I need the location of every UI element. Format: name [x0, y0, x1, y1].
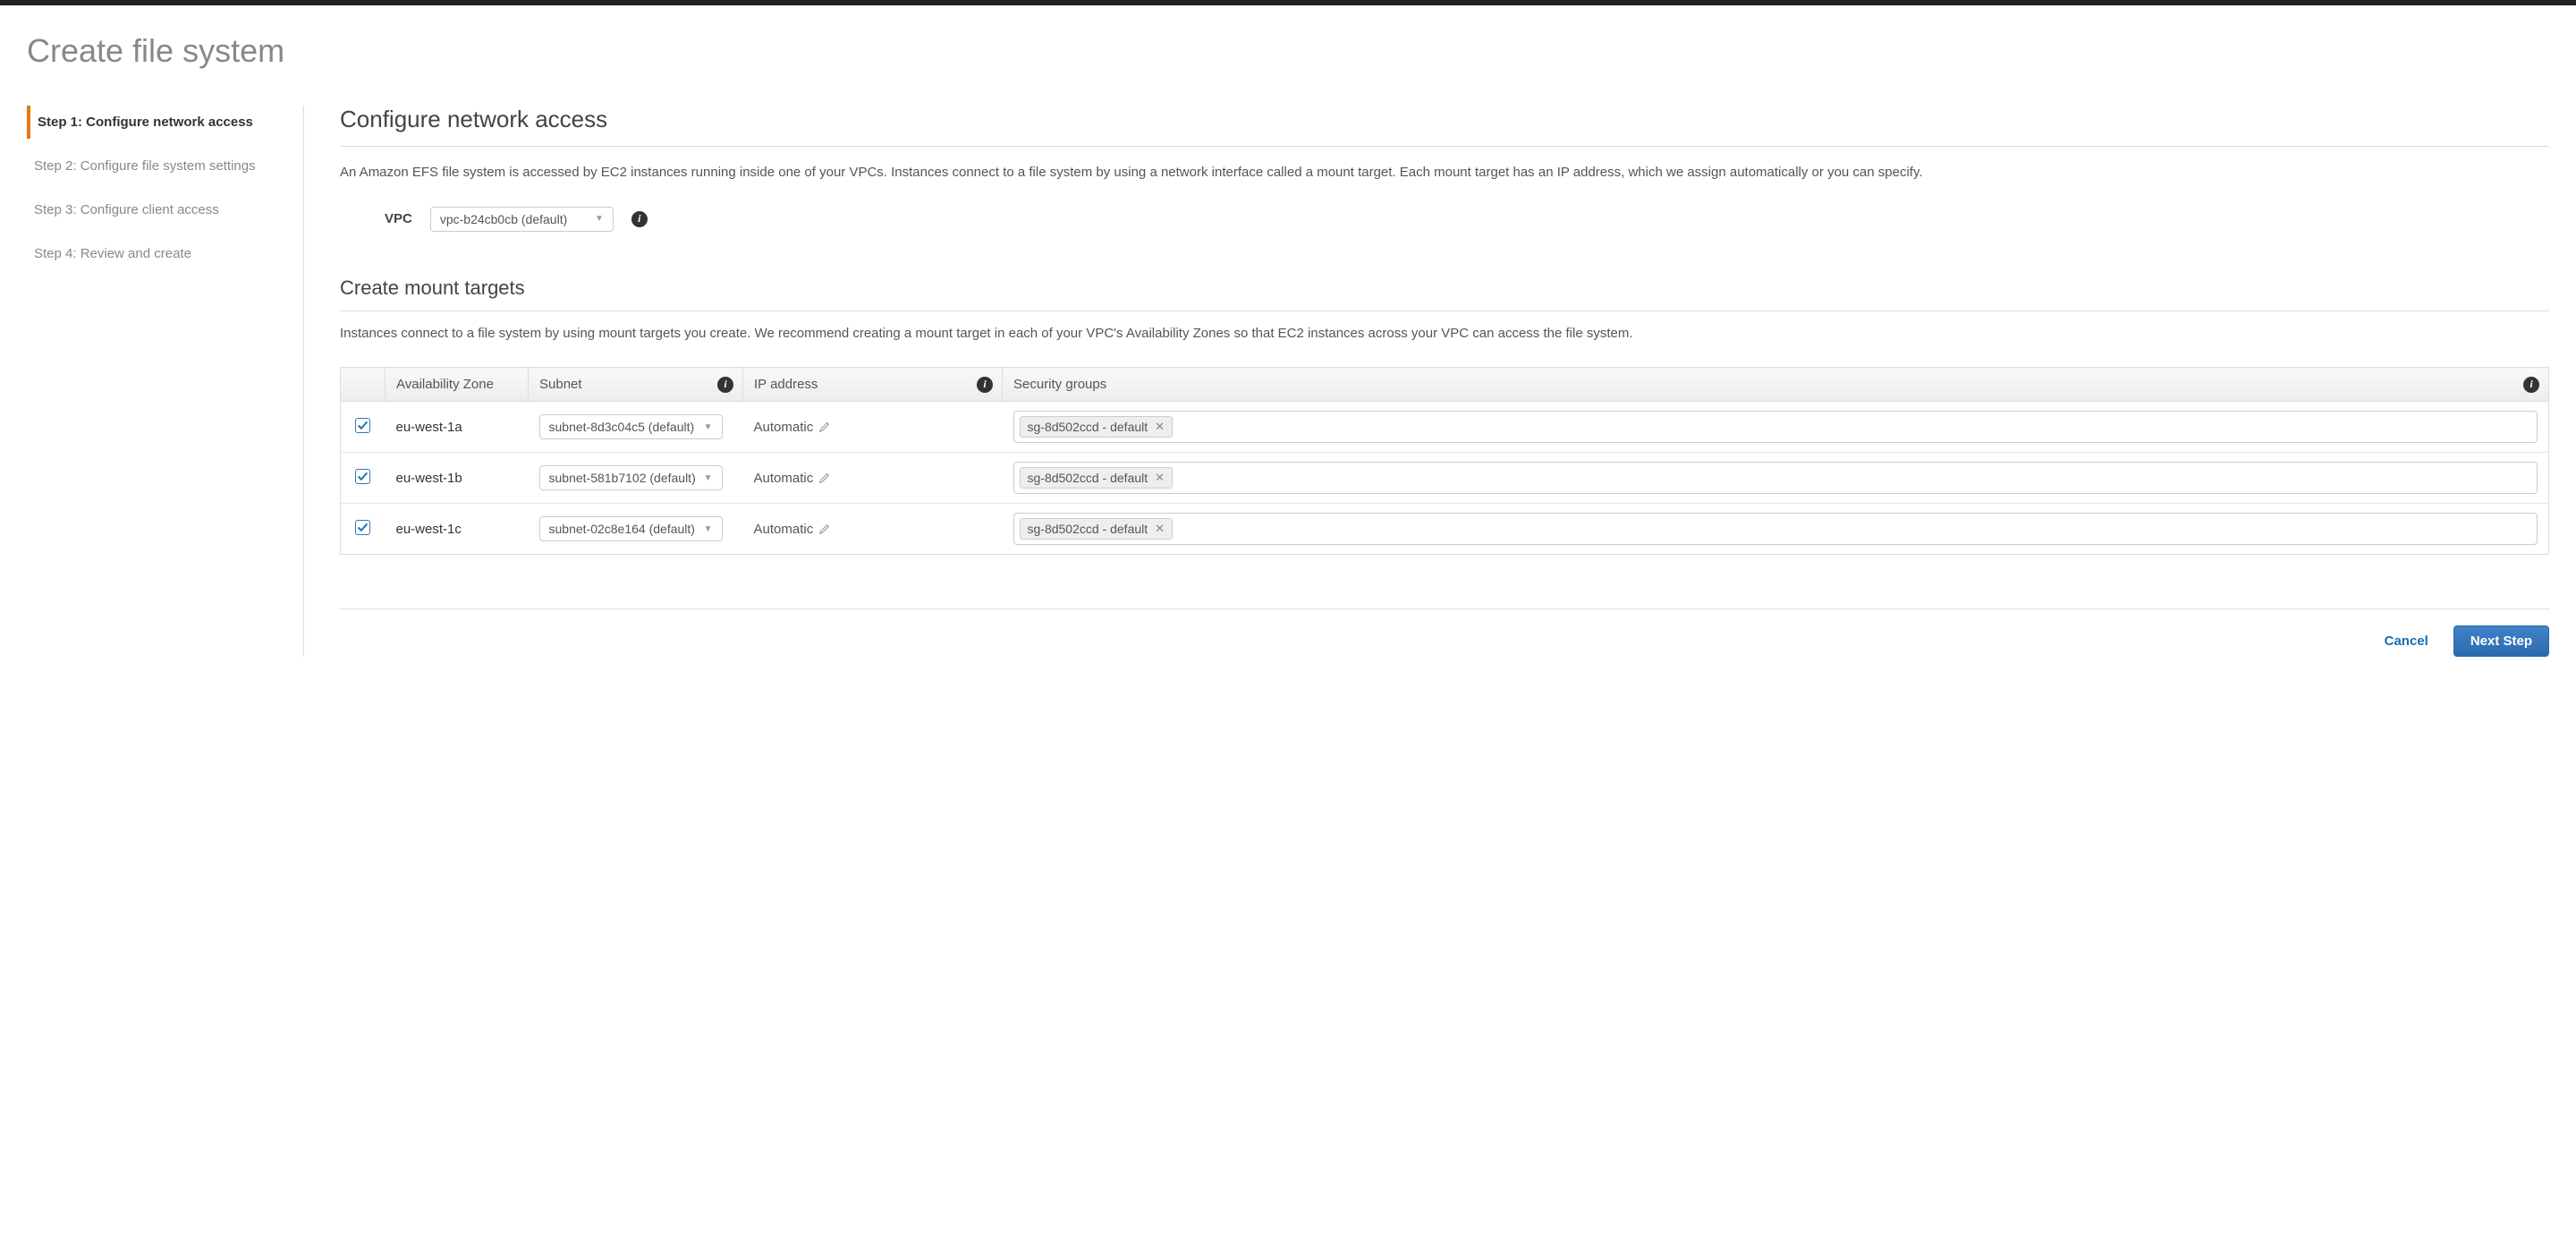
- section-heading-configure-network: Configure network access: [340, 106, 2549, 147]
- step-2-configure-file-system-settings[interactable]: Step 2: Configure file system settings: [27, 149, 285, 183]
- az-cell: eu-west-1b: [396, 471, 462, 486]
- vpc-label: VPC: [385, 211, 412, 226]
- info-icon[interactable]: [717, 377, 733, 393]
- mount-targets-table: Availability Zone Subnet IP address Secu…: [340, 367, 2549, 555]
- ip-address-value: Automatic: [754, 522, 814, 537]
- subnet-select[interactable]: subnet-8d3c04c5 (default) ▼: [539, 414, 723, 439]
- column-header-subnet: Subnet: [529, 368, 743, 402]
- az-cell: eu-west-1a: [396, 420, 462, 435]
- column-header-sg: Security groups: [1003, 368, 2549, 402]
- security-group-tag: sg-8d502ccd - default ✕: [1020, 467, 1174, 489]
- subnet-select[interactable]: subnet-581b7102 (default) ▼: [539, 465, 723, 490]
- info-icon[interactable]: [977, 377, 993, 393]
- cancel-button[interactable]: Cancel: [2385, 634, 2428, 649]
- step-4-review-and-create[interactable]: Step 4: Review and create: [27, 237, 285, 270]
- row-checkbox[interactable]: [355, 520, 370, 535]
- pencil-icon[interactable]: [818, 421, 831, 433]
- section-description: An Amazon EFS file system is accessed by…: [340, 163, 2549, 183]
- main-content: Configure network access An Amazon EFS f…: [304, 106, 2549, 657]
- row-checkbox[interactable]: [355, 469, 370, 484]
- info-icon[interactable]: [631, 211, 648, 227]
- column-header-az: Availability Zone: [386, 368, 529, 402]
- security-group-tag: sg-8d502ccd - default ✕: [1020, 416, 1174, 438]
- remove-tag-icon[interactable]: ✕: [1155, 522, 1165, 536]
- subnet-select[interactable]: subnet-02c8e164 (default) ▼: [539, 516, 723, 541]
- remove-tag-icon[interactable]: ✕: [1155, 471, 1165, 485]
- security-groups-input[interactable]: sg-8d502ccd - default ✕: [1013, 513, 2538, 545]
- footer-actions: Cancel Next Step: [340, 608, 2549, 657]
- az-cell: eu-west-1c: [396, 522, 462, 537]
- pencil-icon[interactable]: [818, 472, 831, 484]
- info-icon[interactable]: [2523, 377, 2539, 393]
- security-groups-input[interactable]: sg-8d502ccd - default ✕: [1013, 411, 2538, 443]
- chevron-down-icon: ▼: [704, 524, 713, 534]
- column-header-checkbox: [341, 368, 386, 402]
- step-1-configure-network-access[interactable]: Step 1: Configure network access: [27, 106, 285, 139]
- chevron-down-icon: ▼: [704, 422, 713, 432]
- chevron-down-icon: ▼: [595, 214, 604, 224]
- wizard-steps-sidebar: Step 1: Configure network access Step 2:…: [27, 106, 304, 657]
- row-checkbox[interactable]: [355, 418, 370, 433]
- mount-targets-description: Instances connect to a file system by us…: [340, 324, 2549, 344]
- next-step-button[interactable]: Next Step: [2453, 625, 2549, 657]
- vpc-select[interactable]: vpc-b24cb0cb (default) ▼: [430, 207, 614, 232]
- step-3-configure-client-access[interactable]: Step 3: Configure client access: [27, 193, 285, 226]
- vpc-row: VPC vpc-b24cb0cb (default) ▼: [340, 207, 2549, 232]
- table-row: eu-west-1c subnet-02c8e164 (default) ▼ A…: [341, 504, 2549, 555]
- vpc-select-value: vpc-b24cb0cb (default): [440, 212, 567, 226]
- ip-address-value: Automatic: [754, 471, 814, 486]
- pencil-icon[interactable]: [818, 523, 831, 535]
- remove-tag-icon[interactable]: ✕: [1155, 420, 1165, 434]
- security-group-tag: sg-8d502ccd - default ✕: [1020, 518, 1174, 540]
- column-header-ip: IP address: [743, 368, 1003, 402]
- security-groups-input[interactable]: sg-8d502ccd - default ✕: [1013, 462, 2538, 494]
- ip-address-value: Automatic: [754, 420, 814, 435]
- table-row: eu-west-1a subnet-8d3c04c5 (default) ▼ A…: [341, 402, 2549, 453]
- table-row: eu-west-1b subnet-581b7102 (default) ▼ A…: [341, 453, 2549, 504]
- chevron-down-icon: ▼: [704, 473, 713, 483]
- page-title: Create file system: [27, 32, 2549, 70]
- mount-targets-heading: Create mount targets: [340, 276, 2549, 311]
